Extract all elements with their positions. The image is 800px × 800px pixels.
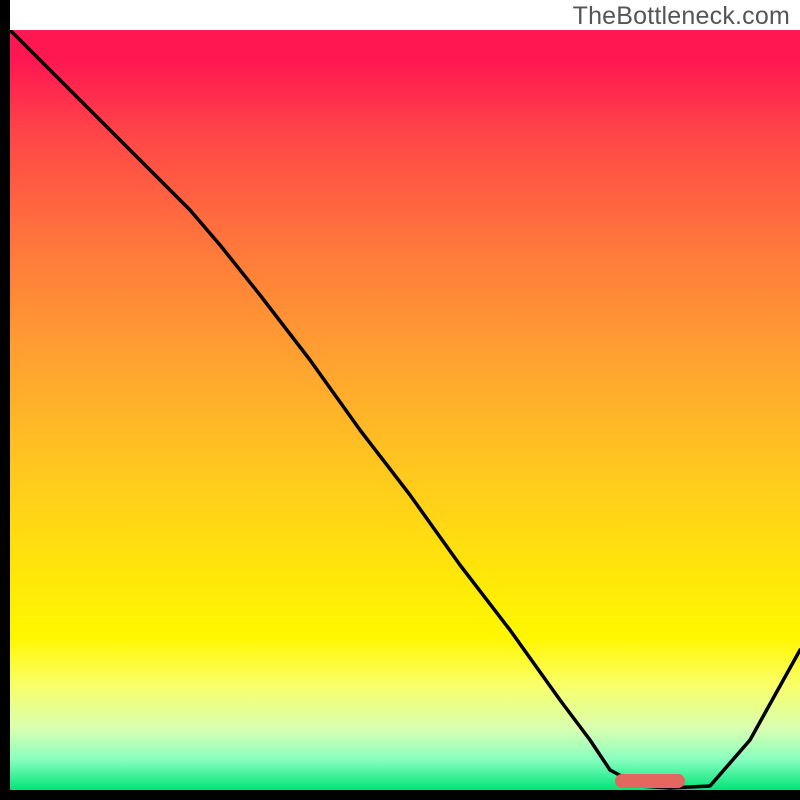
axis-bottom [0,790,800,800]
bottleneck-curve [10,30,800,790]
plot-area [10,30,800,790]
axis-left [0,0,10,800]
optimal-marker [615,774,685,788]
chart-stage: TheBottleneck.com [0,0,800,800]
watermark-text: TheBottleneck.com [573,2,790,31]
